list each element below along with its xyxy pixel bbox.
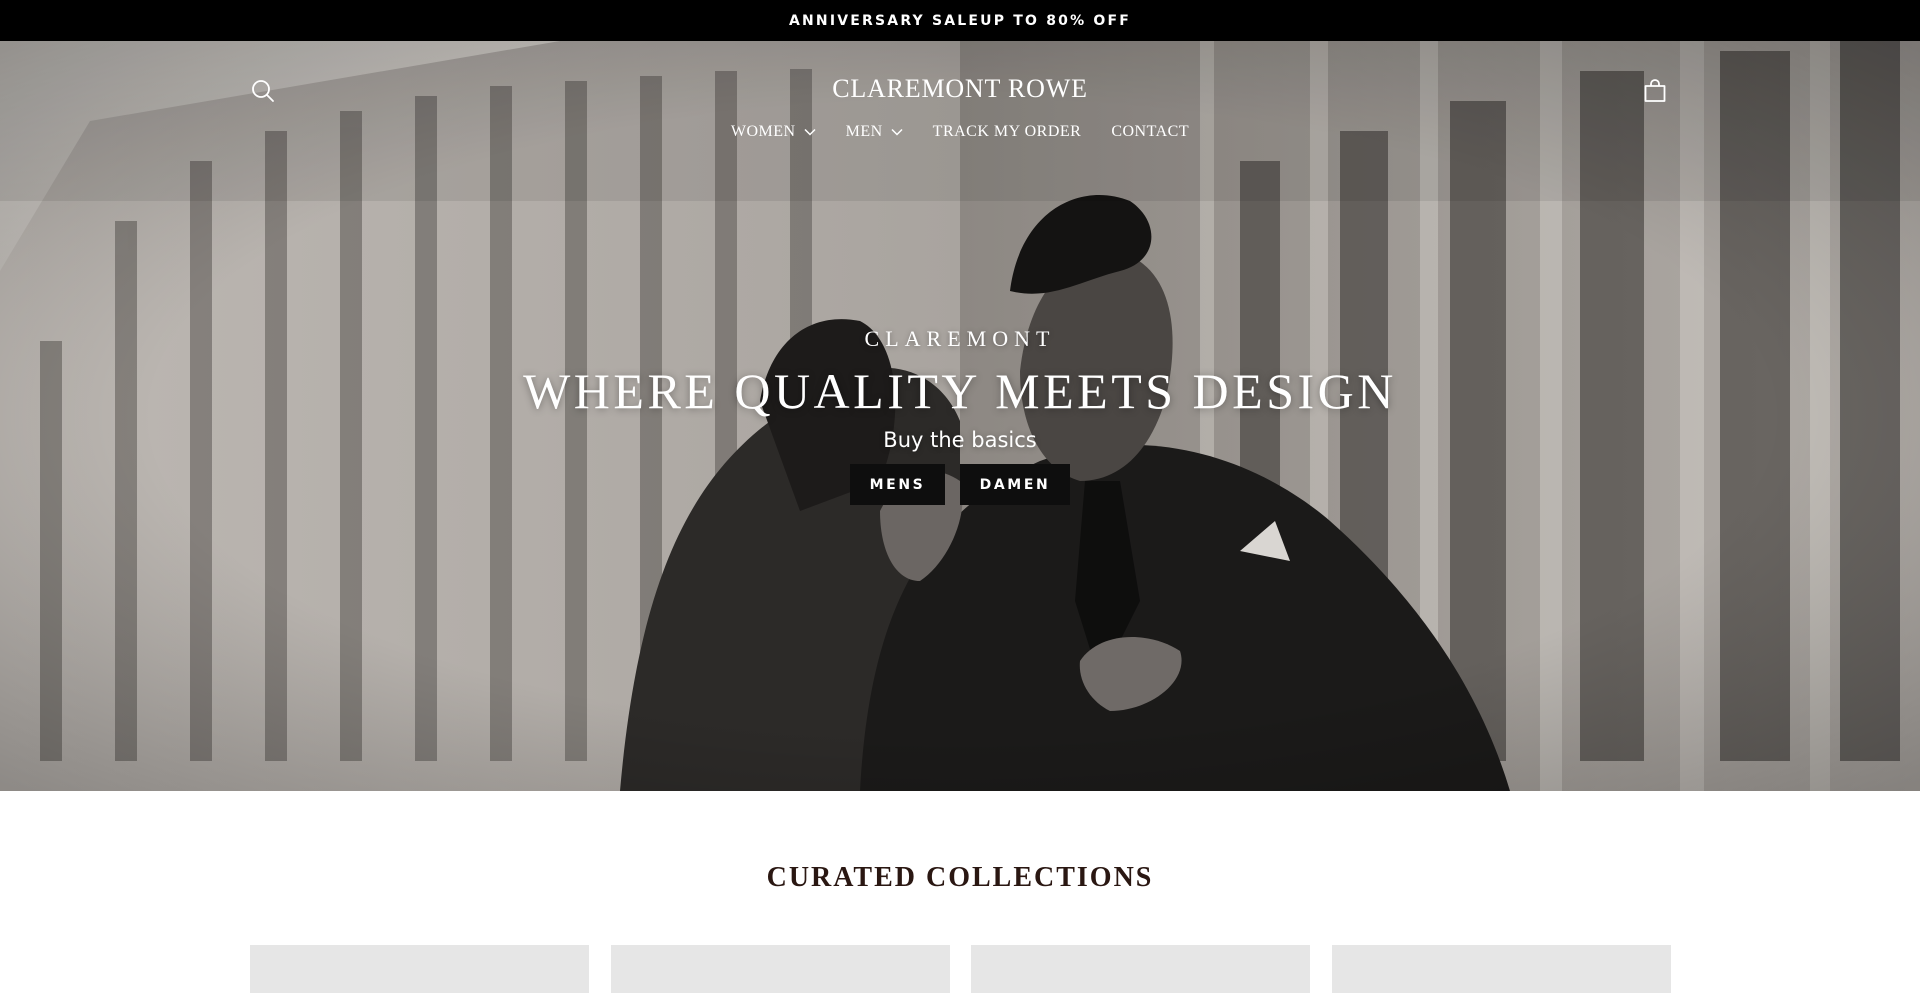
search-button[interactable] <box>246 74 280 108</box>
nav-item-contact[interactable]: CONTACT <box>1111 123 1189 141</box>
hero-kicker: CLAREMONT <box>864 326 1056 351</box>
cart-button[interactable] <box>1638 74 1672 108</box>
search-icon <box>252 80 274 102</box>
announcement-text: ANNIVERSARY SALEUP TO 80% OFF <box>788 12 1132 29</box>
collection-card[interactable] <box>611 945 950 993</box>
hero-banner: CLAREMONT ROWE WOMEN MEN TRACK MY ORDER … <box>0 41 1920 791</box>
collection-card[interactable] <box>250 945 589 993</box>
collections-heading: CURATED COLLECTIONS <box>766 862 1154 893</box>
nav-item-track-my-order[interactable]: TRACK MY ORDER <box>933 123 1082 141</box>
collection-card[interactable] <box>1332 945 1671 993</box>
hero-subheading: Buy the basics <box>883 428 1037 452</box>
nav-item-label: TRACK MY ORDER <box>932 123 1082 140</box>
chevron-down-icon <box>804 128 816 136</box>
hero-headline: WHERE QUALITY MEETS DESIGN <box>523 363 1397 419</box>
brand-logo[interactable]: CLAREMONT ROWE <box>832 74 1088 103</box>
hero-text-block: CLAREMONT WHERE QUALITY MEETS DESIGN Buy… <box>0 326 1920 452</box>
nav-item-women[interactable]: WOMEN <box>731 123 816 141</box>
main-navigation: WOMEN MEN TRACK MY ORDER CONTACT <box>0 123 1920 141</box>
mens-button[interactable]: MENS <box>850 464 945 505</box>
chevron-down-icon <box>891 128 903 136</box>
announcement-bar: ANNIVERSARY SALEUP TO 80% OFF <box>0 0 1920 41</box>
nav-item-men[interactable]: MEN <box>846 123 903 141</box>
nav-item-label: WOMEN <box>730 123 796 140</box>
nav-item-label: MEN <box>845 123 883 140</box>
collection-card[interactable] <box>971 945 1310 993</box>
damen-button[interactable]: DAMEN <box>960 464 1070 505</box>
hero-buttons: MENS DAMEN <box>0 464 1920 505</box>
shopping-bag-icon <box>1644 79 1666 102</box>
nav-item-label: CONTACT <box>1111 123 1190 140</box>
